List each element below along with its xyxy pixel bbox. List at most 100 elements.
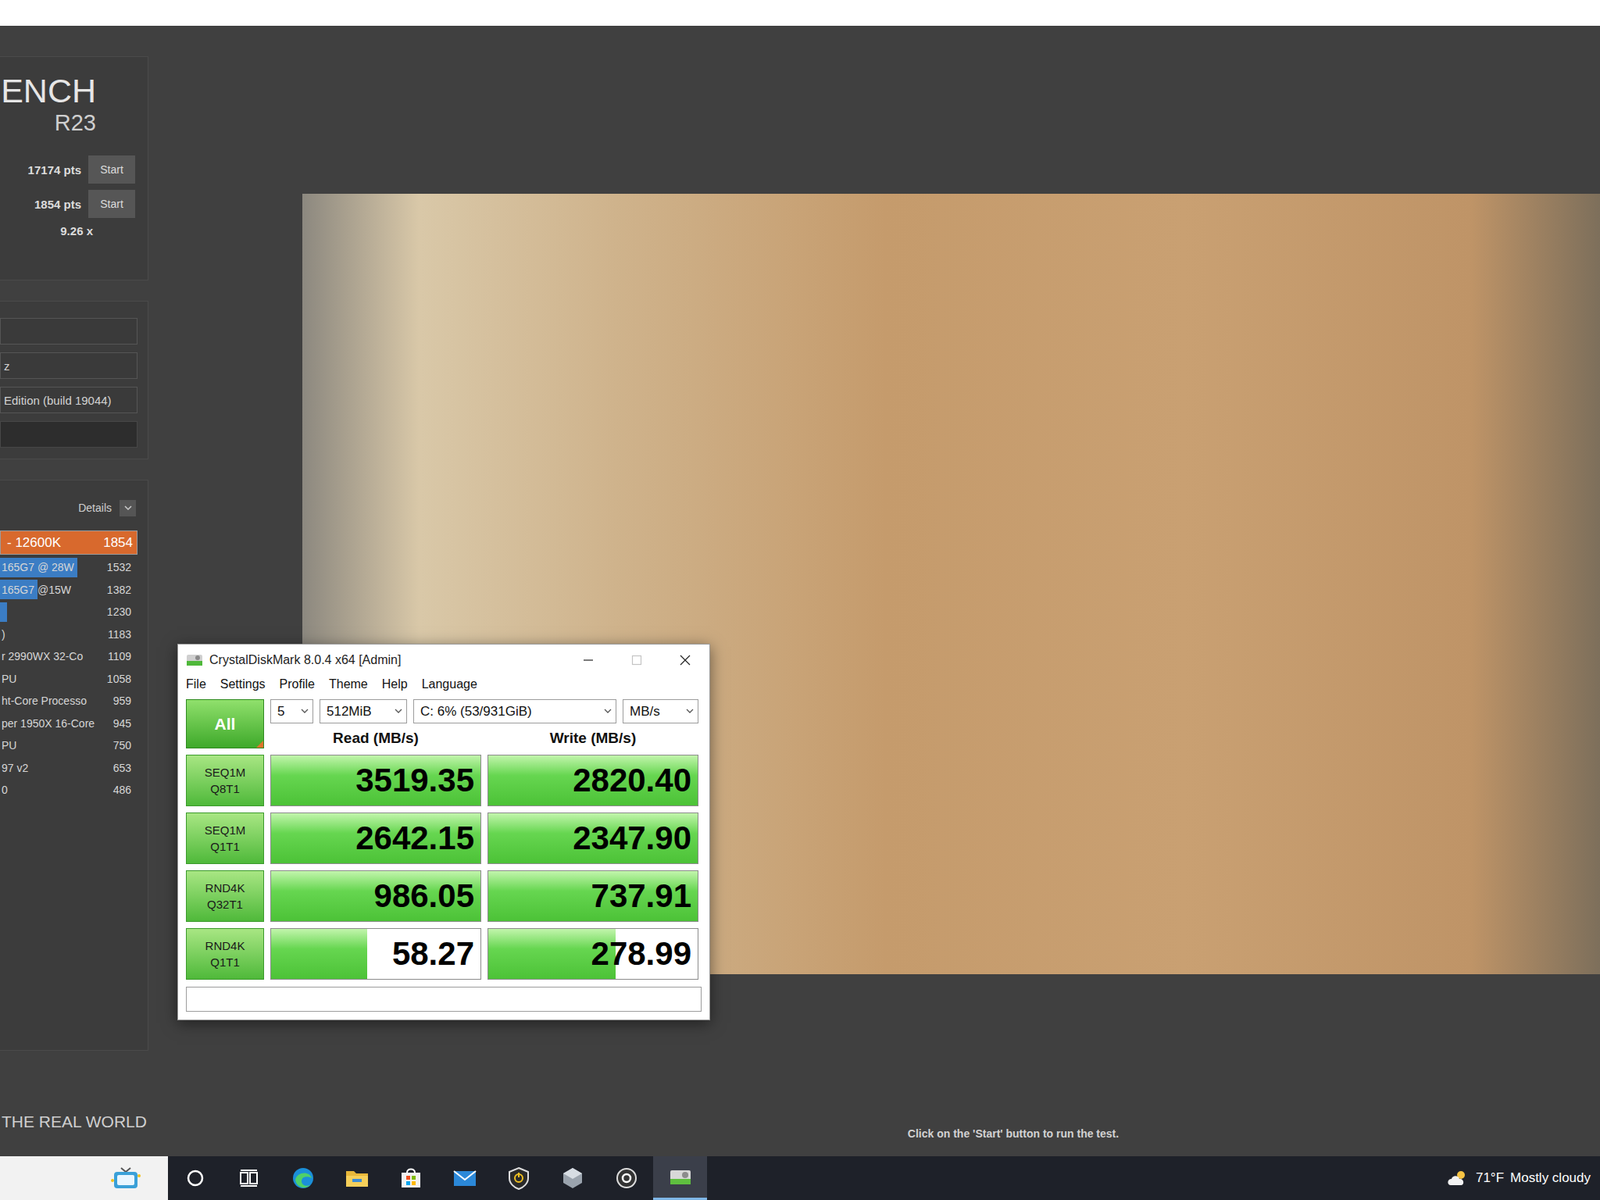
test-name: RND4K bbox=[205, 881, 246, 895]
ranking-row[interactable]: per 1950X 16-Core 945 bbox=[0, 713, 138, 733]
write-result: 2820.40 bbox=[487, 754, 699, 807]
read-value: 58.27 bbox=[392, 935, 481, 973]
read-result: 986.05 bbox=[270, 870, 482, 922]
selector-row: 5 512MiB C: 6% (53/931GiB) MB/s bbox=[270, 699, 699, 724]
details-dropdown[interactable] bbox=[119, 500, 136, 517]
ranking-score: 750 bbox=[113, 739, 132, 752]
folder-icon bbox=[344, 1167, 370, 1190]
ranking-row[interactable]: PU 1058 bbox=[0, 668, 138, 689]
diskmark-icon bbox=[667, 1165, 693, 1190]
test-button[interactable]: RND4K Q32T1 bbox=[185, 870, 265, 922]
test-button[interactable]: SEQ1M Q1T1 bbox=[185, 812, 265, 865]
ranking-row[interactable]: ) 1183 bbox=[0, 624, 138, 644]
search-box[interactable] bbox=[0, 1156, 168, 1200]
taskbar-app[interactable] bbox=[167, 1156, 222, 1200]
selector-dropdown[interactable]: C: 6% (53/931GiB) bbox=[413, 699, 617, 724]
diskmark-icon bbox=[185, 652, 204, 668]
selector-dropdown[interactable]: 512MiB bbox=[319, 699, 408, 724]
write-value: 2347.90 bbox=[572, 819, 698, 858]
taskbar-app[interactable] bbox=[653, 1156, 708, 1200]
hint-text: Click on the 'Start' button to run the t… bbox=[426, 1127, 1600, 1140]
ranking-score: 1382 bbox=[107, 583, 132, 597]
ranking-score: 1109 bbox=[107, 650, 132, 663]
selector-dropdown[interactable]: MB/s bbox=[622, 699, 699, 724]
mail-icon bbox=[452, 1167, 478, 1189]
test-queue: Q32T1 bbox=[207, 897, 243, 911]
ranking-row[interactable]: - 12600K 1854 bbox=[0, 530, 138, 555]
test-button[interactable]: SEQ1M Q8T1 bbox=[185, 754, 265, 807]
menu-item[interactable]: File bbox=[185, 677, 207, 692]
taskbar-app[interactable] bbox=[437, 1156, 492, 1200]
comment-field[interactable] bbox=[185, 986, 702, 1012]
ranking-list: - 12600K 1854 165G7 @ 28W 1532 165G7 @15… bbox=[0, 530, 138, 800]
title-bar: CrystalDiskMark 8.0.4 x64 [Admin] bbox=[178, 644, 710, 675]
menu-item[interactable]: Help bbox=[382, 677, 408, 692]
ranking-row[interactable]: 165G7 @15W 1382 bbox=[0, 579, 138, 600]
test-name: SEQ1M bbox=[204, 765, 247, 779]
close-button[interactable] bbox=[660, 644, 710, 675]
menu-item[interactable]: Theme bbox=[328, 677, 368, 692]
crystaldiskmark-window[interactable]: CrystalDiskMark 8.0.4 x64 [Admin] File Se… bbox=[177, 643, 711, 1021]
controls-area: All 5 512MiB C: 6% (53/931GiB) MB/s Read… bbox=[185, 699, 702, 749]
write-result: 2347.90 bbox=[487, 812, 699, 865]
taskbar-app[interactable] bbox=[491, 1156, 546, 1200]
corner-mark bbox=[256, 740, 264, 748]
menu-item[interactable]: Language bbox=[421, 677, 478, 692]
score-panel: ENCH R23 17174 pts Start1854 pts Start 9… bbox=[0, 56, 149, 281]
start-button[interactable]: Start bbox=[88, 189, 136, 218]
weather-widget[interactable]: 71°F Mostly cloudy bbox=[1446, 1168, 1600, 1188]
close-icon bbox=[679, 654, 691, 666]
selector-dropdown[interactable]: 5 bbox=[270, 699, 314, 724]
ranking-name: 0 bbox=[1, 783, 8, 797]
weather-temperature: 71°F bbox=[1475, 1170, 1504, 1186]
taskbar-app[interactable] bbox=[599, 1156, 654, 1200]
ranking-row[interactable]: 0 486 bbox=[0, 780, 138, 800]
ranking-row[interactable]: ht-Core Processo 959 bbox=[0, 691, 138, 711]
ranking-row[interactable]: 1230 bbox=[0, 602, 138, 622]
menu-bar: File Settings Profile Theme Help Language bbox=[178, 675, 710, 697]
menu-item[interactable]: Profile bbox=[279, 677, 315, 692]
test-queue: Q8T1 bbox=[210, 782, 240, 796]
details-header: Details bbox=[0, 499, 148, 517]
taskbar-app[interactable] bbox=[329, 1156, 384, 1200]
ranking-row[interactable]: PU 750 bbox=[0, 735, 138, 756]
write-result: 737.91 bbox=[487, 870, 699, 922]
taskbar-app[interactable] bbox=[545, 1156, 600, 1200]
tv-icon bbox=[110, 1164, 142, 1192]
menu-item[interactable]: Settings bbox=[220, 677, 266, 692]
test-queue: Q1T1 bbox=[210, 839, 240, 854]
taskbar-app[interactable] bbox=[383, 1156, 438, 1200]
result-row: SEQ1M Q1T1 2642.15 2347.90 bbox=[185, 812, 702, 865]
info-field: Edition (build 19044) bbox=[0, 386, 138, 414]
write-result: 278.99 bbox=[487, 928, 699, 980]
ranking-name: ht-Core Processo bbox=[1, 694, 87, 708]
result-row: RND4K Q1T1 58.27 278.99 bbox=[185, 928, 702, 980]
read-result: 58.27 bbox=[270, 928, 482, 980]
ranking-row[interactable]: r 2990WX 32-Co 1109 bbox=[0, 646, 138, 667]
selector-value: C: 6% (53/931GiB) bbox=[420, 703, 533, 720]
test-button[interactable]: RND4K Q1T1 bbox=[185, 928, 265, 980]
all-button[interactable]: All bbox=[185, 699, 265, 749]
read-value: 2642.15 bbox=[355, 819, 481, 858]
top-strip bbox=[0, 0, 1600, 26]
result-row: RND4K Q32T1 986.05 737.91 bbox=[185, 870, 702, 922]
test-queue: Q1T1 bbox=[210, 955, 240, 969]
taskbar: 71°F Mostly cloudy bbox=[0, 1156, 1600, 1200]
ranking-row[interactable]: 97 v2 653 bbox=[0, 757, 138, 778]
window-controls bbox=[564, 644, 710, 675]
result-row: SEQ1M Q8T1 3519.35 2820.40 bbox=[185, 754, 702, 807]
chevron-icon bbox=[300, 708, 309, 715]
taskbar-app[interactable] bbox=[275, 1156, 330, 1200]
left-panel: ENCH R23 17174 pts Start1854 pts Start 9… bbox=[0, 25, 149, 1157]
ranking-row[interactable]: 165G7 @ 28W 1532 bbox=[0, 557, 138, 578]
taskbar-app[interactable] bbox=[221, 1156, 276, 1200]
ranking-panel: Details - 12600K 1854 165G7 @ 28W 1532 1… bbox=[0, 479, 149, 1051]
ranking-name: 165G7 @ 28W bbox=[1, 560, 75, 574]
ranking-score: 1532 bbox=[107, 560, 132, 574]
score-value: 1854 pts bbox=[34, 197, 82, 211]
info-field bbox=[0, 421, 138, 448]
start-button[interactable]: Start bbox=[88, 155, 136, 184]
minimize-button[interactable] bbox=[564, 644, 613, 675]
maximize-button bbox=[612, 644, 661, 675]
info-field bbox=[0, 317, 138, 345]
